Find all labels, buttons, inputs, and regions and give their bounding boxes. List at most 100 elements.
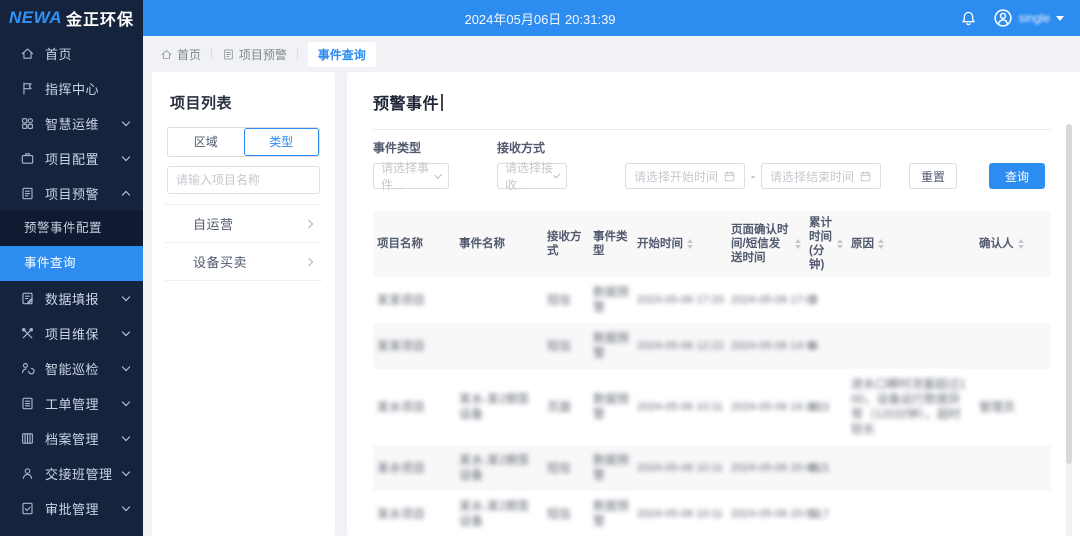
home-icon [160, 48, 173, 61]
start-time-placeholder: 请选择开始时间 [634, 168, 718, 185]
column-header-接收方式: 接收方式 [543, 230, 589, 258]
tools-icon [20, 326, 36, 342]
project-tree: 自运营设备买卖 [165, 204, 322, 281]
alert-events-table: 项目名称事件名称接收方式事件类型开始时间页面确认时间/短信发送时间累计时间(分钟… [373, 211, 1051, 536]
chevron-down-icon [435, 171, 442, 178]
logo-brand: NEWA [9, 8, 62, 28]
breadcrumb-home[interactable]: 首页 [160, 46, 201, 63]
cell-项目名称: 某某项目 [373, 331, 455, 362]
receive-method-filter: 接收方式 请选择接收... [497, 139, 567, 189]
tree-item-自运营[interactable]: 自运营 [165, 205, 322, 243]
table-row[interactable]: 某水项目某水-某2期泵设备短信数据预警2024-05-06 10:112024-… [373, 491, 1051, 536]
column-label: 原因 [851, 237, 874, 251]
sidebar-item-label: 指挥中心 [45, 79, 129, 98]
chevron-right-icon [305, 219, 313, 227]
work-order-icon [20, 396, 36, 412]
sidebar-item-项目预警[interactable]: 项目预警 [0, 176, 143, 211]
tab-区域[interactable]: 区域 [168, 128, 244, 156]
tree-item-设备买卖[interactable]: 设备买卖 [165, 243, 322, 281]
end-time-picker[interactable]: 请选择结束时间 [761, 163, 881, 189]
briefcase-icon [20, 151, 36, 167]
logo[interactable]: NEWA 金正环保 [0, 0, 143, 36]
event-type-select[interactable]: 请选择事件... [373, 163, 449, 189]
reset-button[interactable]: 重置 [909, 163, 957, 189]
event-type-label: 事件类型 [373, 139, 449, 156]
cell-开始时间: 2024-05-06 17:20 [633, 285, 727, 316]
sort-icon[interactable] [878, 239, 884, 249]
chevron-down-icon [122, 293, 130, 301]
cell-原因 [847, 338, 975, 354]
event-type-placeholder: 请选择事件... [381, 159, 436, 193]
sidebar-item-智慧运维[interactable]: 智慧运维 [0, 106, 143, 141]
sidebar-item-交接班管理[interactable]: 交接班管理 [0, 456, 143, 491]
cell-接收方式: 短信 [543, 499, 589, 530]
column-label: 事件名称 [459, 237, 505, 251]
avatar-icon [993, 8, 1013, 28]
project-search-input[interactable] [167, 166, 320, 194]
tab-类型[interactable]: 类型 [244, 128, 320, 156]
breadcrumb-project-alert[interactable]: 项目预警 [222, 46, 287, 63]
cell-事件类型: 数据预警 [589, 445, 633, 491]
tree-item-label: 设备买卖 [193, 252, 247, 271]
user-menu[interactable]: single [993, 8, 1064, 28]
breadcrumb-current[interactable]: 事件查询 [308, 42, 376, 67]
topbar-right: single [960, 8, 1080, 28]
column-header-累计时间(分钟)[interactable]: 累计时间(分钟) [805, 216, 847, 272]
alert-events-panel: 预警事件 事件类型 请选择事件... 接收方式 请选择接收... [347, 72, 1080, 536]
sort-icon[interactable] [837, 239, 843, 249]
cell-事件类型: 数据预警 [589, 323, 633, 369]
column-header-页面确认时间/短信发送时间[interactable]: 页面确认时间/短信发送时间 [727, 223, 805, 265]
chevron-up-icon [122, 191, 130, 199]
column-label: 接收方式 [547, 230, 585, 258]
sidebar-item-项目维保[interactable]: 项目维保 [0, 316, 143, 351]
datetime-display: 2024年05月06日 20:31:39 [464, 9, 615, 28]
vertical-scrollbar[interactable] [1066, 124, 1072, 536]
search-button[interactable]: 查询 [989, 163, 1045, 189]
table-row[interactable]: 某水项目某水-某2期泵设备页面数据预警2024-05-06 10:112024-… [373, 369, 1051, 445]
sort-icon[interactable] [795, 239, 801, 249]
sidebar-item-项目配置[interactable]: 项目配置 [0, 141, 143, 176]
receive-method-select[interactable]: 请选择接收... [497, 163, 567, 189]
table-row[interactable]: 某水项目某水-某2期泵设备短信数据预警2024-05-06 10:112024-… [373, 445, 1051, 491]
cell-事件名称: 某水-某2期泵设备 [455, 491, 543, 536]
filter-bar: 事件类型 请选择事件... 接收方式 请选择接收... 请选择开始时间 [373, 139, 1080, 189]
scrollbar-thumb[interactable] [1066, 124, 1072, 464]
sidebar-item-首页[interactable]: 首页 [0, 36, 143, 71]
column-header-事件类型: 事件类型 [589, 230, 633, 258]
sidebar-item-审批管理[interactable]: 审批管理 [0, 491, 143, 526]
sidebar-item-指挥中心[interactable]: 指挥中心 [0, 71, 143, 106]
column-header-确认人[interactable]: 确认人 [975, 237, 1051, 251]
tree-item-label: 自运营 [193, 214, 234, 233]
sidebar-subitem-预警事件配置[interactable]: 预警事件配置 [0, 211, 143, 246]
sidebar-item-label: 智慧运维 [45, 114, 123, 133]
sidebar-item-label: 项目配置 [45, 149, 123, 168]
column-header-开始时间[interactable]: 开始时间 [633, 237, 727, 251]
shift-icon [20, 466, 36, 482]
project-search [167, 166, 320, 194]
cell-累计时间(分钟): 833 [805, 392, 847, 423]
alert-doc-icon [20, 186, 36, 202]
column-label: 页面确认时间/短信发送时间 [731, 223, 791, 265]
sidebar-menu: 首页指挥中心智慧运维项目配置项目预警预警事件配置事件查询数据填报项目维保智能巡检… [0, 36, 143, 536]
sidebar-item-label: 交接班管理 [45, 464, 123, 483]
sort-icon[interactable] [687, 239, 693, 249]
table-row[interactable]: 某某项目短信数据预警2024-05-06 17:202024-05-06 17:… [373, 277, 1051, 323]
cell-事件名称: 某水-某2期泵设备 [455, 445, 543, 491]
table-row[interactable]: 某某项目短信数据预警2024-05-06 12:222024-05-06 14:… [373, 323, 1051, 369]
cell-事件类型: 数据预警 [589, 277, 633, 323]
sidebar-item-工单管理[interactable]: 工单管理 [0, 386, 143, 421]
bell-icon[interactable] [960, 10, 977, 27]
column-header-原因[interactable]: 原因 [847, 237, 975, 251]
cell-事件类型: 数据预警 [589, 491, 633, 536]
sidebar-subitem-事件查询[interactable]: 事件查询 [0, 246, 143, 281]
sidebar-item-智能巡检[interactable]: 智能巡检 [0, 351, 143, 386]
breadcrumb-home-label: 首页 [177, 46, 201, 63]
cell-累计时间(分钟): 517 [805, 499, 847, 530]
sidebar-item-数据填报[interactable]: 数据填报 [0, 281, 143, 316]
cell-页面确认时间/短信发送时间: 2024-05-06 17:05 [727, 285, 805, 316]
chevron-down-icon [122, 398, 130, 406]
sort-icon[interactable] [1018, 239, 1024, 249]
calendar-icon [723, 170, 736, 183]
sidebar-item-档案管理[interactable]: 档案管理 [0, 421, 143, 456]
start-time-picker[interactable]: 请选择开始时间 [625, 163, 745, 189]
